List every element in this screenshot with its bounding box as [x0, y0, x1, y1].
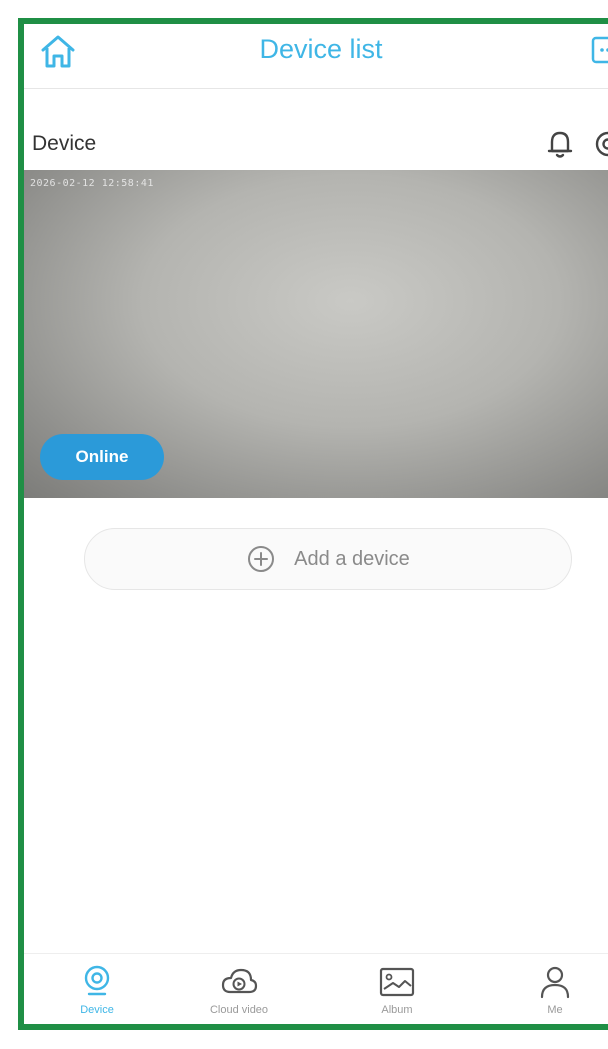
camera-tab-icon: [84, 965, 110, 996]
camera-preview[interactable]: 2026-02-12 12:58:41 Online: [24, 170, 608, 498]
tab-me[interactable]: Me: [500, 962, 608, 1024]
tab-album[interactable]: Album: [342, 962, 452, 1024]
more-menu-icon[interactable]: [590, 34, 608, 66]
album-icon: [379, 967, 415, 997]
bell-icon[interactable]: [540, 124, 580, 164]
cloud-play-icon: [221, 968, 258, 994]
bottom-tab-bar: Device Cloud video Album Me: [24, 953, 608, 1024]
tab-cloud-video[interactable]: Cloud video: [184, 962, 294, 1024]
device-name: Device: [32, 132, 97, 155]
tab-album-label: Album: [381, 1004, 413, 1016]
user-icon: [540, 966, 570, 999]
add-device-button[interactable]: Add a device: [84, 528, 572, 590]
tab-device-label: Device: [80, 1004, 114, 1016]
tab-cloud-video-label: Cloud video: [209, 1004, 269, 1016]
app-frame: Device list Device 2026-02-12 12:58:41 O…: [18, 18, 608, 1030]
online-status-badge: Online: [40, 434, 164, 480]
camera-timestamp: 2026-02-12 12:58:41: [30, 178, 154, 189]
add-circle-icon: [248, 546, 275, 572]
add-device-label: Add a device: [294, 547, 410, 570]
header-divider: [24, 88, 608, 89]
tab-device[interactable]: Device: [42, 962, 152, 1024]
app-header: Device list: [24, 24, 608, 88]
settings-icon[interactable]: [588, 124, 608, 164]
tab-me-label: Me: [547, 1004, 563, 1016]
page-title: Device list: [259, 34, 383, 64]
